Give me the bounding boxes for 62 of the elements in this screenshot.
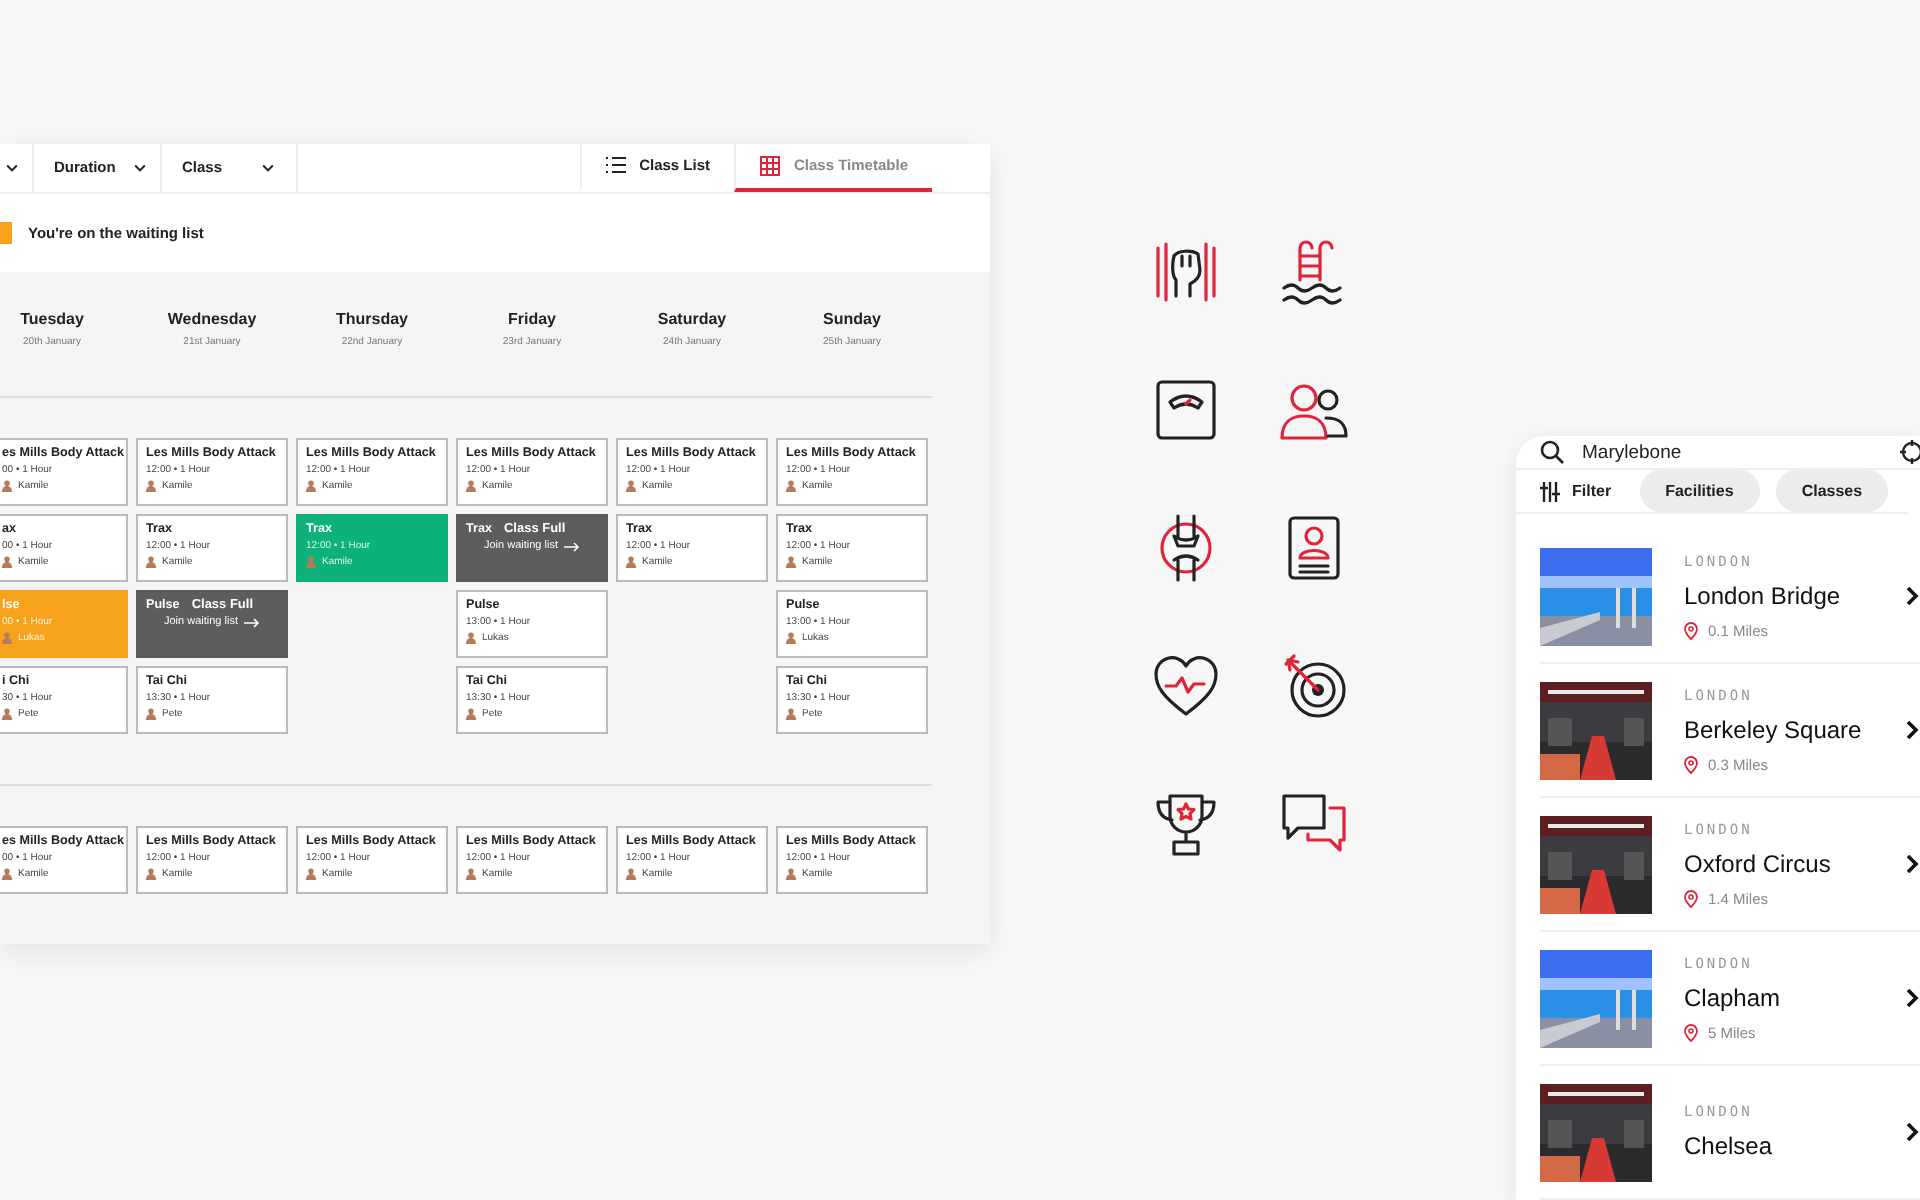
person-icon bbox=[466, 868, 476, 881]
day-name: Saturday bbox=[657, 310, 727, 329]
search-icon bbox=[1540, 440, 1564, 464]
chevron-icon bbox=[4, 159, 20, 176]
person-icon bbox=[786, 868, 796, 881]
filter-chip[interactable]: Classes bbox=[1775, 470, 1889, 512]
crosshair-icon[interactable] bbox=[1900, 440, 1920, 464]
person-icon bbox=[146, 480, 156, 493]
location-pin-icon bbox=[1684, 889, 1698, 907]
chevron-icon bbox=[131, 159, 148, 176]
grid-icon bbox=[760, 155, 781, 176]
person-icon bbox=[466, 480, 476, 493]
day-name: Thursday bbox=[335, 310, 408, 329]
chevron-right-icon bbox=[1904, 988, 1920, 1008]
heart-rate-icon bbox=[1150, 650, 1222, 722]
person-icon bbox=[2, 868, 12, 881]
person-icon bbox=[786, 632, 796, 645]
location-pin-icon bbox=[1684, 621, 1698, 639]
chevron-right-icon bbox=[1904, 854, 1920, 874]
person-icon bbox=[2, 632, 12, 645]
chevron-right-icon bbox=[1904, 720, 1920, 740]
day-name: Wednesday bbox=[167, 310, 257, 329]
sliders-icon bbox=[1540, 481, 1560, 501]
filter-chip[interactable]: Facilities bbox=[1639, 470, 1760, 512]
person-icon bbox=[466, 708, 476, 721]
search-field[interactable]: Marylebone bbox=[1582, 441, 1882, 463]
chevron-icon bbox=[260, 159, 276, 176]
day-name: Sunday bbox=[823, 310, 881, 329]
person-icon bbox=[626, 480, 636, 493]
person-icon bbox=[786, 480, 796, 493]
person-icon bbox=[306, 868, 316, 881]
day-name: Friday bbox=[507, 310, 556, 329]
list-icon bbox=[605, 156, 626, 175]
arrow-right-icon bbox=[244, 617, 260, 628]
person-icon bbox=[786, 556, 796, 569]
location-name: Chelsea bbox=[1684, 1132, 1775, 1160]
waiting-list-swatch bbox=[0, 222, 12, 245]
person-icon bbox=[146, 868, 156, 881]
person-icon bbox=[146, 556, 156, 569]
person-icon bbox=[626, 868, 636, 881]
person-icon bbox=[786, 708, 796, 721]
person-icon bbox=[2, 480, 12, 493]
person-icon bbox=[2, 708, 12, 721]
chevron-right-icon bbox=[1904, 586, 1920, 606]
trophy-icon bbox=[1150, 788, 1222, 860]
location-name: Clapham bbox=[1684, 983, 1783, 1011]
person-icon bbox=[2, 556, 12, 569]
weighing-scale-icon bbox=[1150, 374, 1222, 446]
person-icon bbox=[306, 480, 316, 493]
chevron-right-icon bbox=[1904, 1122, 1920, 1142]
filter-button[interactable]: Filter bbox=[1540, 481, 1612, 501]
location-name: London Bridge bbox=[1684, 581, 1843, 609]
location-name: Oxford Circus bbox=[1684, 849, 1833, 877]
location-pin-icon bbox=[1684, 1023, 1698, 1041]
arrow-right-icon bbox=[564, 541, 580, 552]
person-icon bbox=[626, 556, 636, 569]
person-icon bbox=[146, 708, 156, 721]
location-name: Berkeley Square bbox=[1684, 715, 1864, 743]
person-icon bbox=[306, 556, 316, 569]
location-pin-icon bbox=[1684, 755, 1698, 773]
day-name: Tuesday bbox=[20, 310, 84, 329]
person-icon bbox=[466, 632, 476, 645]
